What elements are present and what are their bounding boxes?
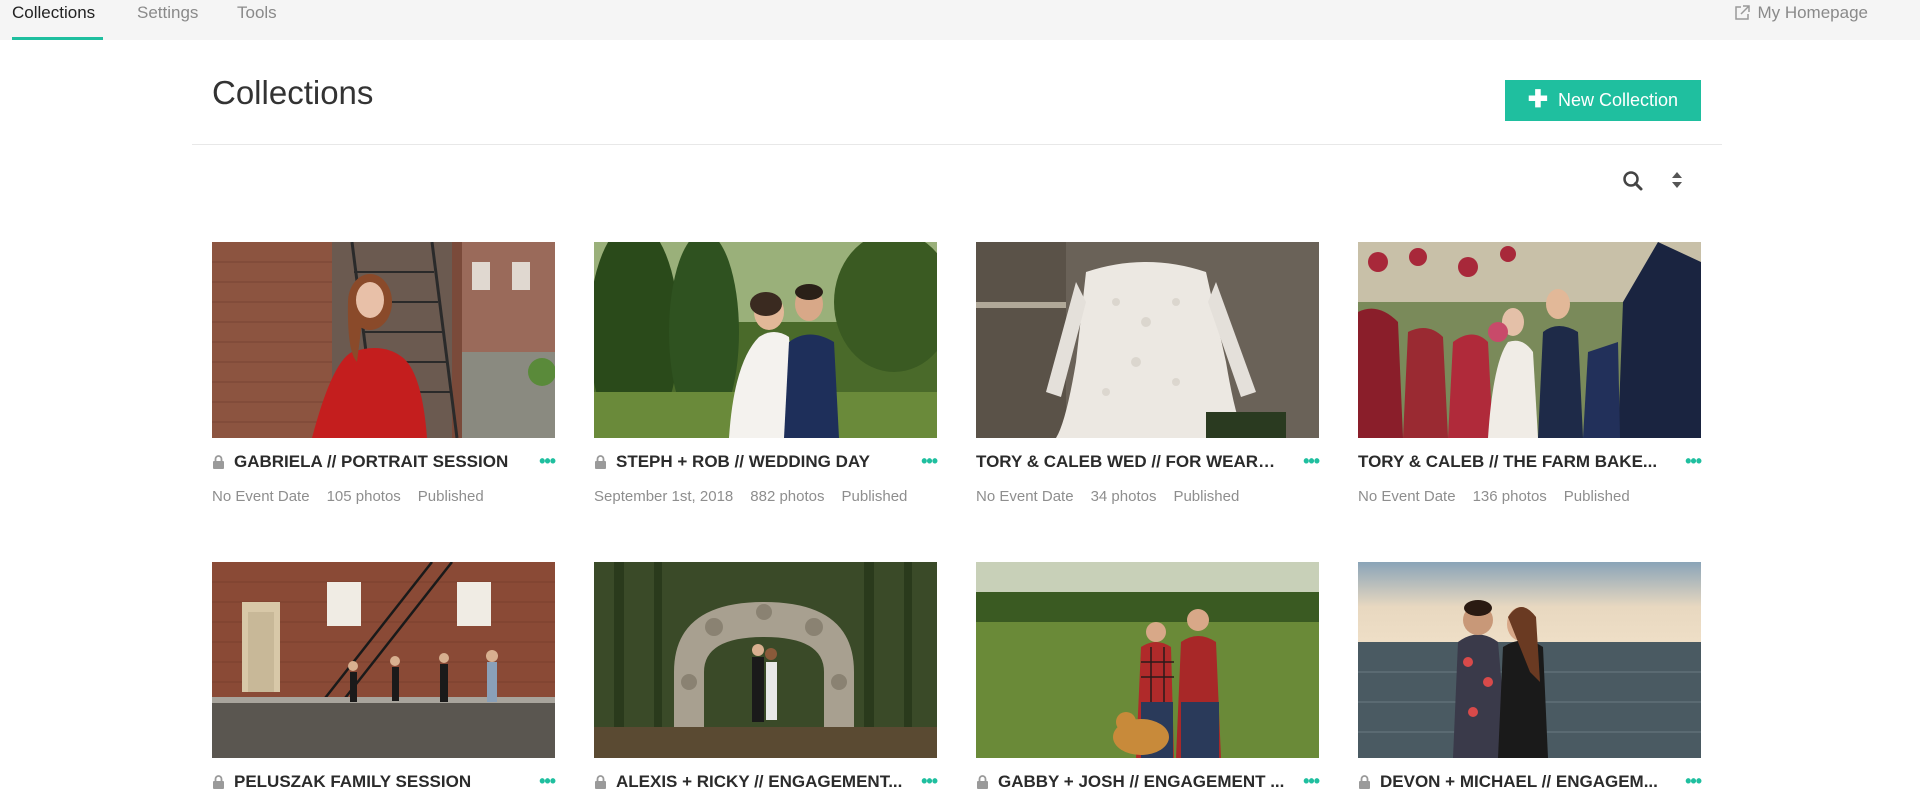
collection-title[interactable]: TORY & CALEB // THE FARM BAKE... (1358, 452, 1658, 472)
collection-card[interactable]: TORY & CALEB // THE FARM BAKE... ••• No … (1358, 242, 1702, 505)
collection-thumbnail[interactable] (1358, 242, 1701, 438)
photo-count: 105 photos (326, 488, 401, 505)
collection-thumbnail[interactable] (212, 242, 555, 438)
collection-meta: No Event Date 105 photos Published (212, 488, 484, 505)
collection-card[interactable]: STEPH + ROB // WEDDING DAY ••• September… (594, 242, 938, 505)
publish-status: Published (1563, 488, 1630, 505)
collection-thumbnail[interactable] (1358, 562, 1701, 758)
tab-tools[interactable]: Tools (237, 0, 282, 40)
lock-icon (594, 775, 607, 789)
collection-card[interactable]: GABRIELA // PORTRAIT SESSION ••• No Even… (212, 242, 556, 505)
collection-title[interactable]: STEPH + ROB // WEDDING DAY (616, 452, 906, 472)
more-options-icon[interactable]: ••• (1685, 772, 1702, 790)
lock-icon (594, 455, 607, 469)
new-collection-label: New Collection (1558, 90, 1679, 110)
plus-icon: ✚ (1527, 85, 1549, 113)
collection-thumbnail[interactable] (594, 562, 937, 758)
collection-title[interactable]: TORY & CALEB WED // FOR WEAR ... (976, 452, 1276, 472)
more-options-icon[interactable]: ••• (1303, 772, 1320, 790)
photo-count: 34 photos (1090, 488, 1157, 505)
publish-status: Published (417, 488, 484, 505)
more-options-icon[interactable]: ••• (921, 772, 938, 790)
collection-meta: No Event Date 136 photos Published (1358, 488, 1630, 505)
lock-icon (212, 775, 225, 789)
event-date: No Event Date (976, 488, 1074, 505)
collection-thumbnail[interactable] (976, 242, 1319, 438)
photo-count: 136 photos (1472, 488, 1547, 505)
collection-title[interactable]: GABBY + JOSH // ENGAGEMENT ... (998, 772, 1288, 792)
collection-thumbnail[interactable] (594, 242, 937, 438)
more-options-icon[interactable]: ••• (921, 452, 938, 470)
collection-card[interactable]: DEVON + MICHAEL // ENGAGEM... ••• (1358, 562, 1702, 791)
page-title: Collections (212, 74, 374, 111)
collection-thumbnail[interactable] (212, 562, 555, 758)
publish-status: Published (841, 488, 908, 505)
publish-status: Published (1173, 488, 1240, 505)
more-options-icon[interactable]: ••• (539, 772, 556, 790)
new-collection-button[interactable]: ✚ New Collection (1505, 80, 1701, 121)
header-divider (192, 144, 1722, 145)
collection-card[interactable]: ALEXIS + RICKY // ENGAGEMENT... ••• (594, 562, 938, 791)
search-icon[interactable] (1622, 170, 1644, 192)
tab-collections[interactable]: Collections (12, 0, 103, 40)
event-date: No Event Date (1358, 488, 1456, 505)
collection-meta: September 1st, 2018 882 photos Published (594, 488, 907, 505)
sort-icon[interactable] (1670, 170, 1684, 190)
more-options-icon[interactable]: ••• (1685, 452, 1702, 470)
external-link-icon (1733, 4, 1751, 22)
more-options-icon[interactable]: ••• (539, 452, 556, 470)
top-nav: Collections Settings Tools My Homepage (0, 0, 1920, 40)
collection-card[interactable]: TORY & CALEB WED // FOR WEAR ... ••• No … (976, 242, 1320, 505)
my-homepage-label: My Homepage (1757, 3, 1868, 22)
lock-icon (212, 455, 225, 469)
collection-title[interactable]: ALEXIS + RICKY // ENGAGEMENT... (616, 772, 906, 792)
collection-title[interactable]: PELUSZAK FAMILY SESSION (234, 772, 524, 792)
collection-title[interactable]: DEVON + MICHAEL // ENGAGEM... (1380, 772, 1670, 792)
photo-count: 882 photos (750, 488, 825, 505)
collection-thumbnail[interactable] (976, 562, 1319, 758)
my-homepage-link[interactable]: My Homepage (1733, 0, 1868, 26)
event-date: No Event Date (212, 488, 310, 505)
event-date: September 1st, 2018 (594, 488, 734, 505)
tab-settings[interactable]: Settings (137, 0, 203, 40)
collection-title[interactable]: GABRIELA // PORTRAIT SESSION (234, 452, 524, 472)
collection-card[interactable]: GABBY + JOSH // ENGAGEMENT ... ••• (976, 562, 1320, 791)
lock-icon (976, 775, 989, 789)
more-options-icon[interactable]: ••• (1303, 452, 1320, 470)
collection-card[interactable]: PELUSZAK FAMILY SESSION ••• (212, 562, 556, 791)
collection-meta: No Event Date 34 photos Published (976, 488, 1239, 505)
lock-icon (1358, 775, 1371, 789)
